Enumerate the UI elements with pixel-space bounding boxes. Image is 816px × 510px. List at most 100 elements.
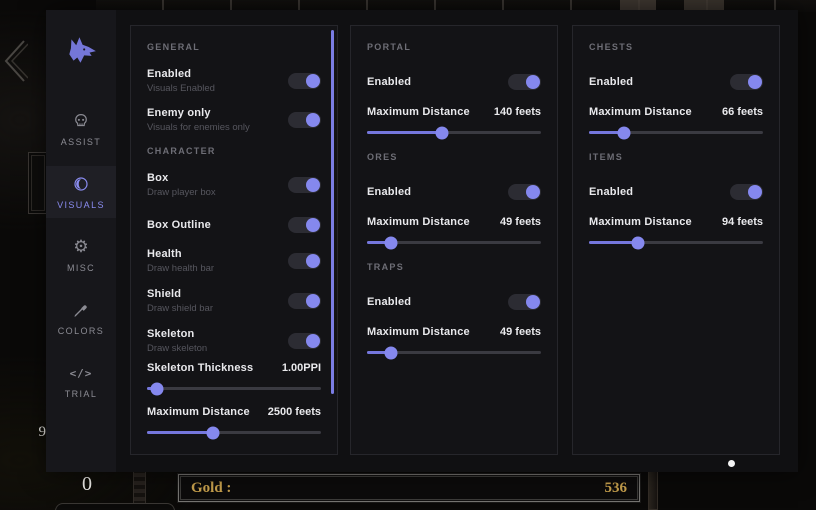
setting-label: Health: [147, 248, 214, 260]
toggle-switch[interactable]: [730, 184, 763, 200]
sidebar-item-label: TRIAL: [65, 389, 98, 399]
toggle-switch[interactable]: [288, 177, 321, 193]
sidebar-item-visuals[interactable]: VISUALS: [46, 166, 116, 218]
toggle-switch[interactable]: [288, 293, 321, 309]
section-header: CHESTS: [589, 42, 763, 52]
toggle-knob: [526, 185, 540, 199]
toggle-knob: [526, 295, 540, 309]
toggle-switch[interactable]: [508, 74, 541, 90]
toggle-switch[interactable]: [288, 217, 321, 233]
toggle-knob: [306, 178, 320, 192]
panel-scrollbar[interactable]: [331, 30, 334, 394]
toggle-row-ores-enabled: Enabled: [367, 184, 541, 200]
hud-counter: 0: [82, 473, 92, 496]
sidebar-item-label: ASSIST: [61, 137, 101, 147]
setting-label: Skeleton: [147, 328, 207, 340]
slider-track[interactable]: [367, 241, 541, 244]
section-header: ITEMS: [589, 152, 763, 162]
slider-track[interactable]: [589, 241, 763, 244]
setting-label: Maximum Distance: [367, 216, 470, 228]
slider-track[interactable]: [147, 431, 321, 434]
toggle-row-enabled: Enabled Visuals Enabled: [147, 68, 321, 94]
slider-track[interactable]: [147, 387, 321, 390]
slider-knob[interactable]: [617, 126, 630, 139]
slider-row-skeleton-thickness: Skeleton Thickness 1.00PPI: [147, 362, 321, 390]
toggle-switch[interactable]: [288, 112, 321, 128]
skull-icon: [71, 111, 91, 131]
slider-row-items-distance: Maximum Distance 94 feets: [589, 216, 763, 244]
toggle-knob: [306, 218, 320, 232]
sidebar-item-label: VISUALS: [57, 200, 105, 210]
toggle-row-health: Health Draw health bar: [147, 248, 321, 274]
slider-knob[interactable]: [435, 126, 448, 139]
slider-knob[interactable]: [207, 426, 220, 439]
toggle-row-portal-enabled: Enabled: [367, 74, 541, 90]
slider-row-portal-distance: Maximum Distance 140 feets: [367, 106, 541, 134]
setting-label: Enabled: [367, 76, 411, 88]
setting-sublabel: Visuals for enemies only: [147, 122, 250, 133]
slider-value: 49 feets: [500, 216, 541, 228]
slider-fill: [147, 431, 213, 434]
slider-knob[interactable]: [631, 236, 644, 249]
section-header: TRAPS: [367, 262, 541, 272]
toggle-row-shield: Shield Draw shield bar: [147, 288, 321, 314]
setting-label: Skeleton Thickness: [147, 362, 253, 374]
toggle-knob: [306, 334, 320, 348]
toggle-row-box-outline: Box Outline: [147, 217, 321, 233]
toggle-switch[interactable]: [288, 333, 321, 349]
setting-label: Enemy only: [147, 107, 250, 119]
sidebar-item-label: MISC: [67, 263, 95, 273]
slider-track[interactable]: [589, 131, 763, 134]
toggle-switch[interactable]: [730, 74, 763, 90]
sidebar-item-label: COLORS: [58, 326, 104, 336]
slider-row-traps-distance: Maximum Distance 49 feets: [367, 326, 541, 354]
panel-chests-items: CHESTS Enabled Maximum Distance 66 feets…: [572, 25, 780, 455]
slider-knob[interactable]: [151, 382, 164, 395]
panel-general-character: GENERAL Enabled Visuals Enabled Enemy on…: [130, 25, 338, 455]
toggle-row-skeleton: Skeleton Draw skeleton: [147, 328, 321, 354]
slider-track[interactable]: [367, 131, 541, 134]
toggle-knob: [306, 74, 320, 88]
setting-label: Enabled: [147, 68, 215, 80]
setting-label: Enabled: [367, 296, 411, 308]
wolf-logo: [46, 26, 116, 74]
sidebar-item-misc[interactable]: ⚙ MISC: [46, 229, 116, 281]
setting-label: Enabled: [589, 186, 633, 198]
code-icon: </>: [71, 363, 91, 383]
setting-label: Maximum Distance: [367, 326, 470, 338]
page-indicator-dot[interactable]: [728, 460, 735, 467]
toggle-knob: [748, 75, 762, 89]
section-header: PORTAL: [367, 42, 541, 52]
hud-counter: 9: [28, 424, 46, 441]
gold-value: 536: [605, 480, 628, 497]
sidebar-item-assist[interactable]: ASSIST: [46, 103, 116, 155]
toggle-knob: [306, 113, 320, 127]
setting-sublabel: Draw player box: [147, 187, 216, 198]
eyedropper-icon: [71, 300, 91, 320]
sidebar-item-trial[interactable]: </> TRIAL: [46, 355, 116, 407]
slider-value: 2500 feets: [268, 406, 321, 418]
toggle-switch[interactable]: [508, 184, 541, 200]
toggle-switch[interactable]: [508, 294, 541, 310]
slider-row-chests-distance: Maximum Distance 66 feets: [589, 106, 763, 134]
gear-icon: ⚙: [71, 237, 91, 257]
setting-label: Maximum Distance: [589, 106, 692, 118]
toggle-row-chests-enabled: Enabled: [589, 74, 763, 90]
back-chevron-icon: [2, 38, 28, 89]
hud-ornament: [648, 468, 658, 510]
toggle-switch[interactable]: [288, 253, 321, 269]
slider-knob[interactable]: [385, 346, 398, 359]
cheat-menu-window: ASSIST VISUALS ⚙ MISC: [46, 10, 798, 472]
gold-label: Gold :: [191, 480, 231, 497]
slider-track[interactable]: [367, 351, 541, 354]
section-header: CHARACTER: [147, 146, 321, 156]
slider-knob[interactable]: [385, 236, 398, 249]
setting-sublabel: Draw health bar: [147, 263, 214, 274]
setting-label: Enabled: [589, 76, 633, 88]
slider-fill: [367, 131, 442, 134]
section-header: ORES: [367, 152, 541, 162]
slider-row-ores-distance: Maximum Distance 49 feets: [367, 216, 541, 244]
sidebar-item-colors[interactable]: COLORS: [46, 292, 116, 344]
slider-row-max-distance: Maximum Distance 2500 feets: [147, 406, 321, 434]
toggle-switch[interactable]: [288, 73, 321, 89]
